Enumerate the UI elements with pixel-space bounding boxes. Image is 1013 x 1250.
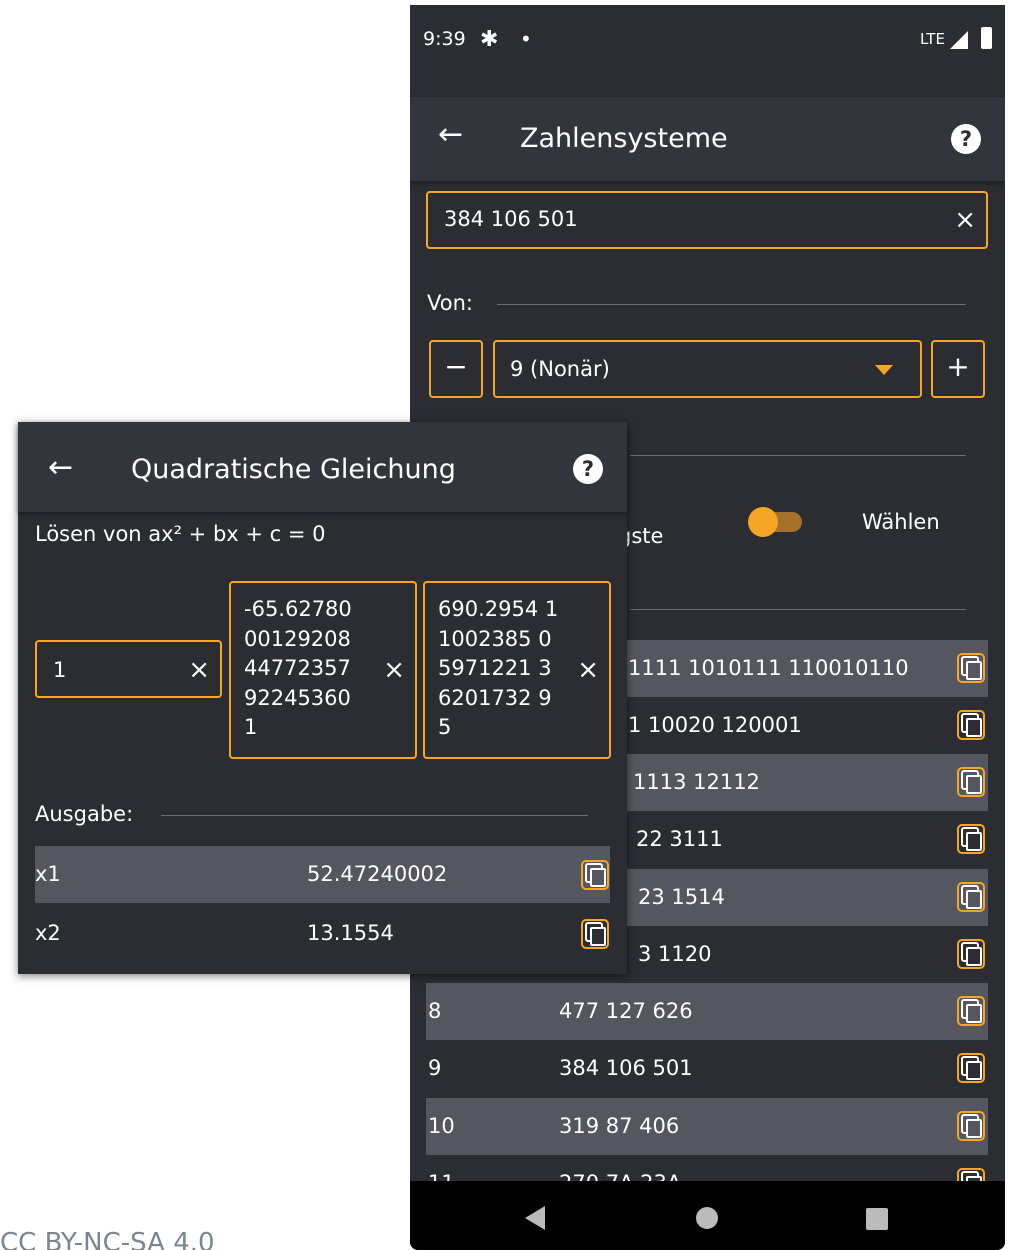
copy-icon <box>961 942 983 966</box>
network-type-label: LTE <box>920 30 945 48</box>
result-value: 384 106 501 <box>559 1056 693 1080</box>
copy-button[interactable] <box>957 767 985 797</box>
plus-icon: + <box>946 350 970 383</box>
copy-button[interactable] <box>957 1111 985 1141</box>
minus-icon: − <box>444 350 468 383</box>
copy-icon <box>961 999 983 1023</box>
divider <box>630 609 966 610</box>
copy-icon <box>585 863 607 887</box>
quadratic-equation-screen: ← Quadratische Gleichung ? Lösen von ax²… <box>18 422 627 974</box>
license-watermark: CC BY-NC-SA 4.0 <box>0 1228 215 1250</box>
signal-icon <box>950 31 968 49</box>
divider <box>630 455 966 456</box>
copy-icon <box>961 827 983 851</box>
output-name: x1 <box>35 862 61 886</box>
page-title: Zahlensysteme <box>520 123 728 154</box>
clear-icon[interactable]: × <box>188 655 210 685</box>
result-row: 9 384 106 501 <box>426 1040 988 1097</box>
page-title: Quadratische Gleichung <box>131 454 456 485</box>
result-row: 10 319 87 406 <box>426 1098 988 1155</box>
copy-button[interactable] <box>957 653 985 683</box>
output-row: x2 13.1554 <box>35 905 610 962</box>
result-base: 9 <box>428 1056 442 1080</box>
dropdown-arrow-icon <box>875 365 893 375</box>
copy-icon <box>961 713 983 737</box>
output-value: 13.1554 <box>307 921 394 945</box>
copy-icon <box>961 885 983 909</box>
coefficient-b-value: -65.62780 00129208 44772357 92245360 1 <box>244 597 352 739</box>
app-bar: ← Zahlensysteme <box>410 97 1005 181</box>
choose-toggle-knob[interactable] <box>748 507 778 537</box>
coefficient-c-input[interactable]: 690.2954 11002385 05971221 36201732 95 × <box>423 581 611 759</box>
clear-icon[interactable]: × <box>383 655 405 685</box>
result-row: 8 477 127 626 <box>426 983 988 1040</box>
copy-button[interactable] <box>957 882 985 912</box>
coefficient-c-value: 690.2954 11002385 05971221 36201732 95 <box>438 597 559 739</box>
coefficient-b-input[interactable]: -65.62780 00129208 44772357 92245360 1 × <box>229 581 417 759</box>
copy-icon <box>961 1114 983 1138</box>
result-base: 8 <box>428 999 442 1023</box>
result-value: 1111 1010111 110010110 <box>628 656 909 680</box>
coefficient-a-value: 1 <box>53 658 67 682</box>
result-value: 22 3111 <box>636 827 723 851</box>
back-arrow-icon[interactable]: ← <box>438 117 463 152</box>
clear-icon[interactable]: × <box>577 655 599 685</box>
copy-icon <box>961 656 983 680</box>
output-row: x1 52.47240002 <box>35 846 610 903</box>
increment-base-button[interactable]: + <box>931 340 985 398</box>
copy-icon <box>961 770 983 794</box>
base-select[interactable]: 9 (Nonär) <box>493 340 922 398</box>
battery-icon <box>981 27 992 49</box>
output-label: Ausgabe: <box>35 802 134 826</box>
nav-back-icon[interactable] <box>525 1206 545 1230</box>
nav-home-icon[interactable] <box>696 1207 718 1229</box>
clear-icon[interactable]: × <box>954 205 976 235</box>
coefficient-a-input[interactable]: 1 × <box>35 640 222 698</box>
base-select-value: 9 (Nonär) <box>510 357 610 381</box>
notification-dot-icon: • <box>520 27 532 51</box>
copy-button[interactable] <box>957 939 985 969</box>
result-value: 3 1120 <box>638 942 712 966</box>
status-bar: 9:39 ✱ • LTE <box>410 5 1005 97</box>
copy-icon <box>961 1056 983 1080</box>
decrement-base-button[interactable]: − <box>429 340 483 398</box>
status-time: 9:39 <box>423 28 466 50</box>
result-value: 23 1514 <box>638 885 725 909</box>
nav-recents-icon[interactable] <box>866 1208 888 1230</box>
copy-button[interactable] <box>957 1053 985 1083</box>
help-icon[interactable]: ? <box>573 454 603 484</box>
copy-button[interactable] <box>957 824 985 854</box>
from-label: Von: <box>427 291 473 315</box>
result-value: 319 87 406 <box>559 1114 680 1138</box>
divider <box>497 304 966 305</box>
gear-icon: ✱ <box>480 27 499 52</box>
back-arrow-icon[interactable]: ← <box>48 450 73 485</box>
copy-button[interactable] <box>957 710 985 740</box>
result-value: 1113 12112 <box>633 770 760 794</box>
help-icon[interactable]: ? <box>951 124 981 154</box>
result-base: 10 <box>428 1114 455 1138</box>
output-name: x2 <box>35 921 61 945</box>
choose-toggle-label: Wählen <box>862 510 940 534</box>
copy-button[interactable] <box>581 860 609 890</box>
app-bar: ← Quadratische Gleichung ? <box>18 422 627 512</box>
number-input[interactable]: 384 106 501 × <box>426 191 988 249</box>
system-navigation-bar <box>410 1181 1005 1250</box>
output-value: 52.47240002 <box>307 862 448 886</box>
equation-description: Lösen von ax² + bx + c = 0 <box>35 522 326 546</box>
copy-button[interactable] <box>581 919 609 949</box>
divider <box>161 815 588 816</box>
result-value: 1 10020 120001 <box>628 713 802 737</box>
result-value: 477 127 626 <box>559 999 693 1023</box>
copy-button[interactable] <box>957 996 985 1026</box>
number-input-value: 384 106 501 <box>444 207 578 231</box>
copy-icon <box>585 922 607 946</box>
